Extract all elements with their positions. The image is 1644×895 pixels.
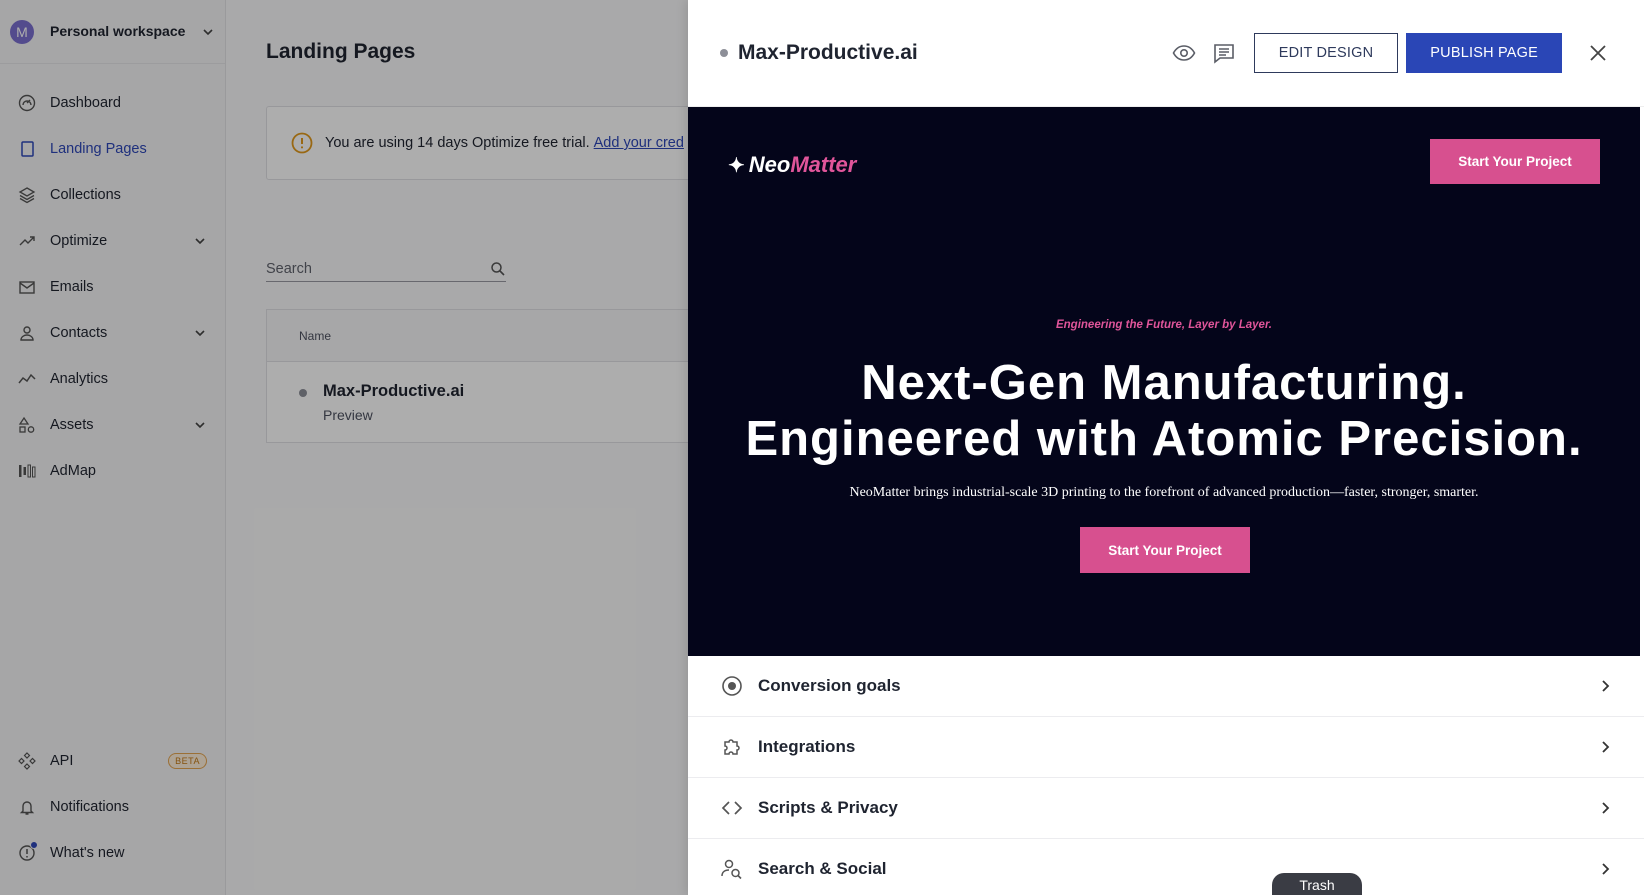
landing-page-preview[interactable]: ✦ Neo Matter Start Your Project Engineeri…: [688, 107, 1640, 656]
headline-line-2: Engineered with Atomic Precision.: [745, 412, 1583, 466]
setting-scripts-privacy[interactable]: Scripts & Privacy: [688, 778, 1644, 839]
setting-label: Conversion goals: [758, 676, 901, 695]
sparkle-icon: ✦: [728, 154, 745, 177]
chevron-right-icon: [1602, 741, 1610, 753]
chevron-right-icon: [1602, 680, 1610, 692]
logo-text-matter: Matter: [790, 152, 857, 177]
start-project-button-main[interactable]: Start Your Project: [1080, 527, 1250, 573]
preview-tagline: Engineering the Future, Layer by Layer.: [1055, 319, 1272, 331]
close-icon[interactable]: [1584, 39, 1612, 67]
preview-eye-icon[interactable]: [1170, 39, 1198, 67]
page-settings-list: Conversion goals Integrations Scripts & …: [688, 656, 1644, 895]
headline-line-1: Next-Gen Manufacturing.: [861, 356, 1467, 410]
drawer-title: Max-Productive.ai: [738, 41, 918, 64]
search-person-icon: [720, 857, 744, 881]
edit-design-button[interactable]: EDIT DESIGN: [1253, 33, 1399, 73]
publish-page-button[interactable]: PUBLISH PAGE: [1406, 33, 1562, 73]
page-details-drawer: Max-Productive.ai EDIT DESIGN PUBLISH PA…: [688, 0, 1644, 895]
setting-label: Integrations: [758, 737, 856, 756]
preview-headline: Next-Gen Manufacturing. Engineered with …: [688, 355, 1640, 467]
chevron-right-icon: [1602, 802, 1610, 814]
setting-conversion-goals[interactable]: Conversion goals: [688, 656, 1644, 717]
code-icon: [720, 796, 744, 820]
logo-text-neo: Neo: [748, 152, 791, 177]
neomatter-logo: ✦ Neo Matter: [728, 152, 856, 178]
chevron-right-icon: [1602, 863, 1610, 875]
target-icon: [720, 674, 744, 698]
puzzle-icon: [720, 735, 744, 759]
status-dot: [720, 49, 728, 57]
setting-label: Search & Social: [758, 859, 887, 878]
preview-subtext: NeoMatter brings industrial-scale 3D pri…: [849, 485, 1479, 500]
comment-icon[interactable]: [1210, 39, 1238, 67]
start-project-button-top[interactable]: Start Your Project: [1430, 139, 1600, 184]
setting-search-social[interactable]: Search & Social: [688, 839, 1644, 895]
trash-drop-target[interactable]: Trash: [1272, 873, 1362, 895]
drawer-header: Max-Productive.ai EDIT DESIGN PUBLISH PA…: [688, 0, 1644, 107]
setting-label: Scripts & Privacy: [758, 798, 898, 817]
setting-integrations[interactable]: Integrations: [688, 717, 1644, 778]
